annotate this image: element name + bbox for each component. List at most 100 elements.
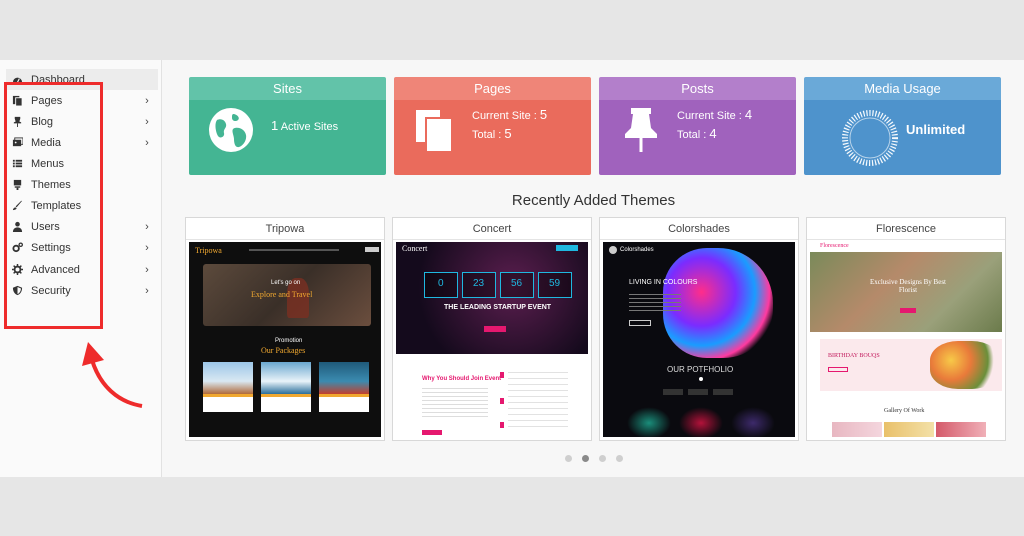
preview-logo: Concert — [402, 244, 428, 253]
preview-gallery-item — [936, 422, 986, 437]
pages-icon — [416, 110, 453, 153]
active-sites-count: 1 — [271, 118, 279, 133]
preview-headline: THE LEADING STARTUP EVENT — [444, 304, 552, 311]
preview-feature-icon — [500, 372, 504, 378]
carousel-dot[interactable] — [599, 455, 606, 462]
preview-logo-mark — [609, 246, 617, 254]
theme-name: Concert — [393, 218, 591, 240]
app-frame: Dashboard Pages › Blog › Media › Menus T… — [0, 60, 1024, 477]
pages-stats: Current Site : 5 Total : 5 — [472, 106, 547, 144]
preview-portfolio-item — [679, 407, 723, 437]
preview-hero-image: Let's go on Explore and Travel — [203, 264, 371, 326]
preview-nav — [249, 249, 339, 251]
preview-button — [828, 367, 848, 372]
preview-gallery-title: Gallery Of Work — [884, 408, 925, 414]
preview-package-card — [261, 362, 311, 412]
carousel-dot[interactable] — [565, 455, 572, 462]
preview-portfolio-item — [627, 407, 671, 437]
sites-card[interactable]: Sites 1 Active Sites — [189, 77, 386, 175]
preview-count-box: 0 — [424, 272, 458, 298]
theme-card-colorshades[interactable]: Colorshades Colorshades LIVING IN COLOUR… — [599, 217, 799, 441]
pages-card[interactable]: Pages Current Site : 5 Total : 5 — [394, 77, 591, 175]
preview-count-box: 23 — [462, 272, 496, 298]
preview-gallery-item — [832, 422, 882, 437]
active-sites-text: 1 Active Sites — [271, 118, 338, 133]
preview-hero-lines — [629, 294, 681, 314]
preview-nav-button — [556, 245, 578, 251]
chevron-right-icon: › — [145, 241, 149, 254]
preview-hero-small: Let's go on — [271, 280, 301, 286]
preview-button — [629, 320, 651, 326]
preview-pkg-big: Our Packages — [261, 346, 306, 355]
preview-portfolio-title: OUR POTFHOLIO — [667, 365, 734, 374]
chevron-right-icon: › — [145, 284, 149, 297]
card-body: Unlimited — [804, 100, 1001, 175]
section-title: Recently Added Themes — [511, 192, 676, 209]
preview-package-card — [319, 362, 369, 412]
preview-dot — [699, 377, 703, 381]
theme-card-tripowa[interactable]: Tripowa Tripowa Let's go on Explore and … — [185, 217, 385, 441]
preview-promo-banner: BIRTHDAY BOUQS — [820, 339, 1002, 391]
posts-current-value: 4 — [744, 107, 753, 122]
preview-portfolio-item — [731, 407, 775, 437]
preview-hero-text: LIVING IN COLOURS — [629, 279, 698, 286]
theme-preview-colorshades: Colorshades LIVING IN COLOURS OUR POTFHO… — [603, 242, 795, 437]
theme-card-concert[interactable]: Concert Concert 0 23 56 59 THE LEADING S… — [392, 217, 592, 441]
card-body: 1 Active Sites — [189, 100, 386, 175]
annotation-arrow-icon — [82, 342, 143, 408]
carousel-dot[interactable] — [616, 455, 623, 462]
preview-hero-text: Exclusive Designs By Best Florist — [869, 278, 947, 294]
preview-filter-tabs — [663, 389, 733, 395]
chevron-right-icon: › — [145, 94, 149, 107]
theme-preview-florescence: Florescence Exclusive Designs By Best Fl… — [810, 242, 1002, 437]
theme-name: Florescence — [807, 218, 1005, 240]
preview-bouquet — [930, 341, 1000, 389]
theme-name: Tripowa — [186, 218, 384, 240]
pages-current-value: 5 — [539, 107, 548, 122]
preview-feature-icon — [500, 422, 504, 428]
chevron-right-icon: › — [145, 136, 149, 149]
card-body: Current Site : 5 Total : 5 — [394, 100, 591, 175]
usage-gauge-icon — [842, 110, 898, 166]
preview-hero-image: Exclusive Designs By Best Florist — [810, 252, 1002, 332]
sidebar: Dashboard Pages › Blog › Media › Menus T… — [0, 60, 162, 477]
preview-hero: Concert 0 23 56 59 THE LEADING STARTUP E… — [396, 242, 588, 354]
preview-button — [422, 430, 442, 435]
chevron-right-icon: › — [145, 263, 149, 276]
posts-total-value: 4 — [709, 126, 717, 141]
preview-cta — [900, 308, 916, 313]
posts-stats: Current Site : 4 Total : 4 — [677, 106, 752, 144]
top-band — [0, 0, 1024, 60]
theme-preview-tripowa: Tripowa Let's go on Explore and Travel P… — [189, 242, 381, 437]
posts-card[interactable]: Posts Current Site : 4 Total : 4 — [599, 77, 796, 175]
card-title: Posts — [599, 77, 796, 100]
preview-count-value: 23 — [473, 278, 485, 289]
preview-text-lines — [422, 388, 488, 418]
preview-logo: Tripowa — [195, 246, 222, 255]
preview-nav-button — [365, 247, 379, 252]
active-sites-label: Active Sites — [280, 121, 339, 133]
theme-card-florescence[interactable]: Florescence Florescence Exclusive Design… — [806, 217, 1006, 441]
preview-count-value: 56 — [511, 278, 523, 289]
chevron-right-icon: › — [145, 220, 149, 233]
card-title: Pages — [394, 77, 591, 100]
preview-gallery-item — [884, 422, 934, 437]
posts-total-label: Total : — [677, 129, 707, 141]
carousel-dot[interactable] — [582, 455, 589, 462]
preview-feature-icon — [500, 398, 504, 404]
preview-count-box: 59 — [538, 272, 572, 298]
card-title: Media Usage — [804, 77, 1001, 100]
preview-promo-text: BIRTHDAY BOUQS — [828, 353, 880, 359]
card-title: Sites — [189, 77, 386, 100]
preview-package-card — [203, 362, 253, 412]
media-usage-card[interactable]: Media Usage Unlimited — [804, 77, 1001, 175]
preview-count-box: 56 — [500, 272, 534, 298]
pages-total-label: Total : — [472, 129, 502, 141]
pages-current-label: Current Site : — [472, 110, 537, 122]
globe-icon — [209, 108, 253, 152]
pages-total-value: 5 — [504, 126, 512, 141]
preview-feature-text — [508, 372, 568, 432]
chevron-right-icon: › — [145, 115, 149, 128]
preview-pkg-small: Promotion — [275, 338, 303, 344]
preview-hero-big: Explore and Travel — [251, 290, 313, 299]
